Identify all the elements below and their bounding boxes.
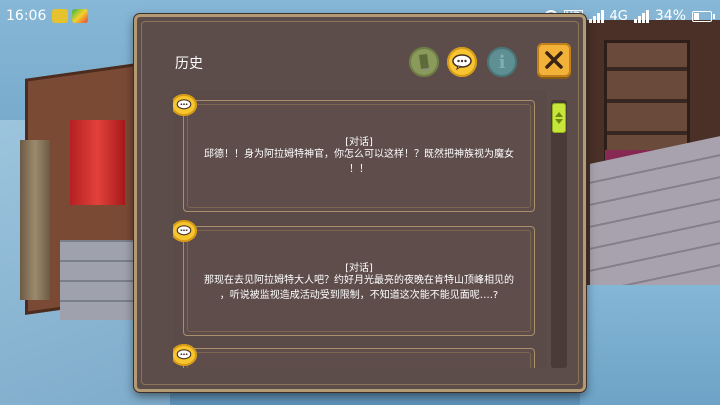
entry-speaker: [对话] [345, 263, 373, 274]
close-icon [545, 51, 563, 69]
scroll-up-icon [555, 112, 563, 117]
battery-icon [692, 10, 715, 22]
battery-percent: 34% [654, 8, 686, 24]
status-time: 16:06 [6, 8, 47, 24]
entry-line: 那现在去见阿拉姆特大人吧？约好月光最亮的夜晚在肯特山顶峰相见的 [204, 275, 514, 286]
floor-right [580, 285, 720, 405]
signal-icon [588, 9, 604, 23]
history-entry [183, 348, 535, 368]
app-notification-icon [52, 9, 68, 23]
entry-line: 邱德！！身为阿拉姆特神官，你怎么可以这样！？既然把神族视为魔女 [204, 149, 514, 160]
network-4g-icon: 4G [609, 8, 628, 24]
entry-line: ，听说被监视造成活动受到限制，不知道这次能不能见面呢….? [219, 290, 499, 301]
entry-line: ！！ [349, 164, 369, 175]
red-curtain [70, 120, 125, 205]
entry-speaker: [对话] [345, 137, 373, 148]
signal-icon [633, 9, 649, 23]
log-scrollbar[interactable] [551, 100, 567, 368]
history-panel: 历史 i [对话] 邱德！！身为阿拉姆特神官，你怎么可以这样！？既然把神族视为魔… [134, 14, 586, 392]
scroll-down-icon [555, 119, 563, 124]
scroll-thumb[interactable] [552, 103, 566, 133]
scroll-icon [419, 54, 430, 71]
app-notification-icon [72, 9, 88, 23]
pillar [20, 140, 50, 300]
panel-title: 历史 [175, 56, 203, 72]
history-log[interactable]: [对话] 邱德！！身为阿拉姆特神官，你怎么可以这样！？既然把神族视为魔女 ！！ … [173, 90, 547, 368]
battery-level [694, 12, 699, 20]
history-entry: [对话] 那现在去见阿拉姆特大人吧？约好月光最亮的夜晚在肯特山顶峰相见的 ，听说… [183, 226, 535, 336]
filter-all-button[interactable] [409, 47, 439, 77]
info-icon: i [498, 51, 506, 73]
filter-dialogue-button[interactable] [447, 47, 477, 77]
history-entry: [对话] 邱德！！身为阿拉姆特神官，你怎么可以这样！？既然把神族视为魔女 ！！ [183, 100, 535, 212]
close-button[interactable] [537, 43, 571, 77]
entry-text: 邱德！！身为阿拉姆特神官，你怎么可以这样！？既然把神族视为魔女 ！！ [192, 147, 526, 177]
filter-info-button[interactable]: i [487, 47, 517, 77]
entry-text: 那现在去见阿拉姆特大人吧？约好月光最亮的夜晚在肯特山顶峰相见的 ，听说被监视造成… [192, 273, 526, 303]
speech-bubble-icon [452, 54, 472, 70]
